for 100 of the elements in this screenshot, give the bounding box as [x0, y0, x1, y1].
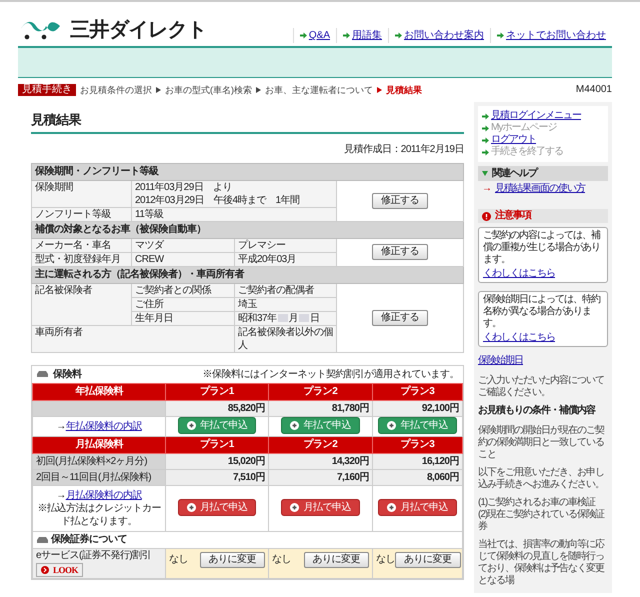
car-icon: [36, 536, 49, 544]
premium-amount: 7,510円: [232, 472, 265, 482]
breadcrumb-step: お見積条件の選択: [80, 84, 152, 96]
menu-link[interactable]: ログアウト: [491, 134, 536, 146]
step-arrow-icon: [156, 87, 161, 93]
breakdown-link[interactable]: 年払保険料の内訳: [66, 420, 142, 432]
info-text: 当社では、損害率の動向等に応じて保険料の見直しを随時行っており、保険料は予告なく変更となる場: [478, 539, 606, 587]
plus-circle-icon: [290, 421, 300, 430]
step-arrow-icon: [377, 87, 382, 93]
warning-icon: [482, 212, 491, 220]
field-value: マツダ: [135, 240, 164, 250]
info-heading: お見積もりの条件・補償内容: [478, 405, 596, 417]
info-text: 保険期間の開始日が現在のご契約の保険満期日と一致していること: [478, 425, 606, 461]
info-text: (2)現在ご契約されている保険証券: [478, 509, 606, 533]
field-value: CREW: [135, 254, 164, 264]
premium-amount: 92,100円: [422, 402, 459, 414]
info-text: 以下をご用意いただき、お申し込み手続きへお進みください。: [478, 467, 605, 491]
apply-button[interactable]: 月払で申込: [378, 499, 457, 516]
edit-button[interactable]: 修正する: [372, 192, 428, 208]
premium-amount: 85,820円: [228, 402, 265, 414]
edit-button[interactable]: ありに変更: [200, 552, 265, 568]
edit-button[interactable]: 修正する: [372, 244, 428, 260]
arrow-text: →: [56, 420, 66, 432]
column-header: プラン1: [200, 386, 234, 396]
column-header: プラン2: [304, 386, 338, 396]
plus-circle-icon: [387, 503, 396, 512]
section-heading: 保険料: [53, 368, 82, 382]
step-arrow-icon: [256, 87, 261, 93]
edit-button[interactable]: ありに変更: [304, 552, 369, 568]
discount-note: ※保険料にはインターネット契約割引が適用されています。: [202, 368, 459, 382]
plus-circle-icon: [290, 503, 300, 512]
edit-button[interactable]: ありに変更: [395, 552, 460, 568]
notice-text: ご契約の内容によっては、補償の重複が生じる場合があります。: [483, 230, 602, 266]
field-label: ご住所: [135, 298, 164, 310]
section-heading: 保険証券について: [51, 532, 127, 546]
breakdown-link[interactable]: 月払保険料の内訳: [66, 488, 142, 502]
edit-button[interactable]: 修正する: [372, 310, 428, 326]
premium-amount: 81,780円: [332, 402, 369, 414]
field-value: 昭和37年 月 日: [238, 312, 320, 324]
procedure-badge: 見積手続き: [18, 84, 76, 96]
field-label: 生年月日: [135, 312, 173, 324]
premium-amount: 14,320円: [332, 456, 369, 466]
look-button[interactable]: LOOK: [36, 562, 84, 576]
field-value: 2011年03月29日 より: [135, 180, 233, 194]
breadcrumb-step: お車、主な運転者について: [265, 84, 373, 96]
help-link[interactable]: 見積結果画面の使い方: [495, 183, 585, 195]
info-text: ご入力いただいた内容についてご確認ください。: [478, 375, 605, 399]
arrow-text: →: [482, 183, 491, 195]
field-label: 車両所有者: [35, 326, 82, 338]
apply-button[interactable]: 月払で申込: [281, 499, 360, 516]
field-value: 平成20年03月: [238, 254, 296, 264]
field-value: プレマシー: [238, 240, 286, 250]
nav-link[interactable]: Q&A: [308, 28, 330, 43]
plus-circle-icon: [186, 503, 196, 512]
info-text: (1)ご契約されるお車の車検証: [478, 497, 597, 508]
triangle-icon: [482, 171, 488, 176]
row-label: 2回目～11回目(月払保険料): [36, 472, 152, 482]
section-heading: 保険期間・ノンフリート等級: [35, 166, 158, 176]
arrow-icon: [343, 32, 350, 39]
column-header: 月払保険料: [75, 438, 123, 450]
menu-link[interactable]: 見積ログインメニュー: [491, 110, 581, 122]
nav-link[interactable]: お問い合わせ案内: [404, 28, 484, 43]
apply-button[interactable]: 年払で申込: [378, 417, 457, 434]
field-label: 型式・初度登録年月: [35, 254, 120, 264]
plus-circle-icon: [186, 421, 196, 430]
plus-circle-icon: [387, 421, 396, 430]
page-code: M44001: [576, 84, 612, 96]
help-heading: 関連ヘルプ: [492, 166, 537, 181]
breadcrumb-step: お車の型式(車名)検索: [165, 84, 252, 96]
arrow-text: →: [56, 488, 66, 502]
details-link[interactable]: くわしくはこちら: [483, 268, 603, 280]
field-label: ノンフリート等級: [35, 208, 111, 220]
arrow-circle-icon: [41, 566, 49, 574]
row-label: eサービス(証券不発行)割引: [36, 548, 152, 562]
page-title: 見積結果: [31, 111, 82, 129]
arrow-icon: [300, 32, 307, 39]
payment-note: ※払込方法はクレジットカード払となります。: [36, 502, 162, 528]
section-heading: 補償の対象となるお車（被保険自動車）: [35, 224, 206, 234]
brand-name: 三井ダイレクト: [70, 20, 206, 40]
column-header: プラン3: [400, 386, 434, 396]
option-value: なし: [376, 553, 395, 567]
field-value: ご契約者の配偶者: [238, 284, 314, 296]
details-link[interactable]: くわしくはこちら: [483, 332, 603, 344]
arrow-icon: [395, 32, 402, 39]
option-value: なし: [272, 553, 291, 567]
start-date-link[interactable]: 保険始期日: [478, 355, 608, 367]
nav-link[interactable]: 用語集: [352, 28, 382, 43]
apply-button[interactable]: 年払で申込: [281, 417, 360, 434]
apply-button[interactable]: 年払で申込: [178, 417, 256, 434]
arrow-icon: [497, 32, 504, 39]
premium-amount: 15,020円: [228, 456, 265, 466]
premium-amount: 8,060円: [426, 472, 459, 482]
field-label: 記名被保険者: [35, 284, 92, 296]
column-header: プラン3: [400, 438, 434, 450]
notice-heading: 注意事項: [495, 209, 531, 223]
car-icon: [36, 370, 49, 378]
nav-link[interactable]: ネットでお問い合わせ: [506, 28, 606, 43]
field-value: 埼玉: [238, 298, 257, 310]
apply-button[interactable]: 月払で申込: [178, 499, 256, 516]
premium-amount: 16,120円: [422, 456, 459, 466]
